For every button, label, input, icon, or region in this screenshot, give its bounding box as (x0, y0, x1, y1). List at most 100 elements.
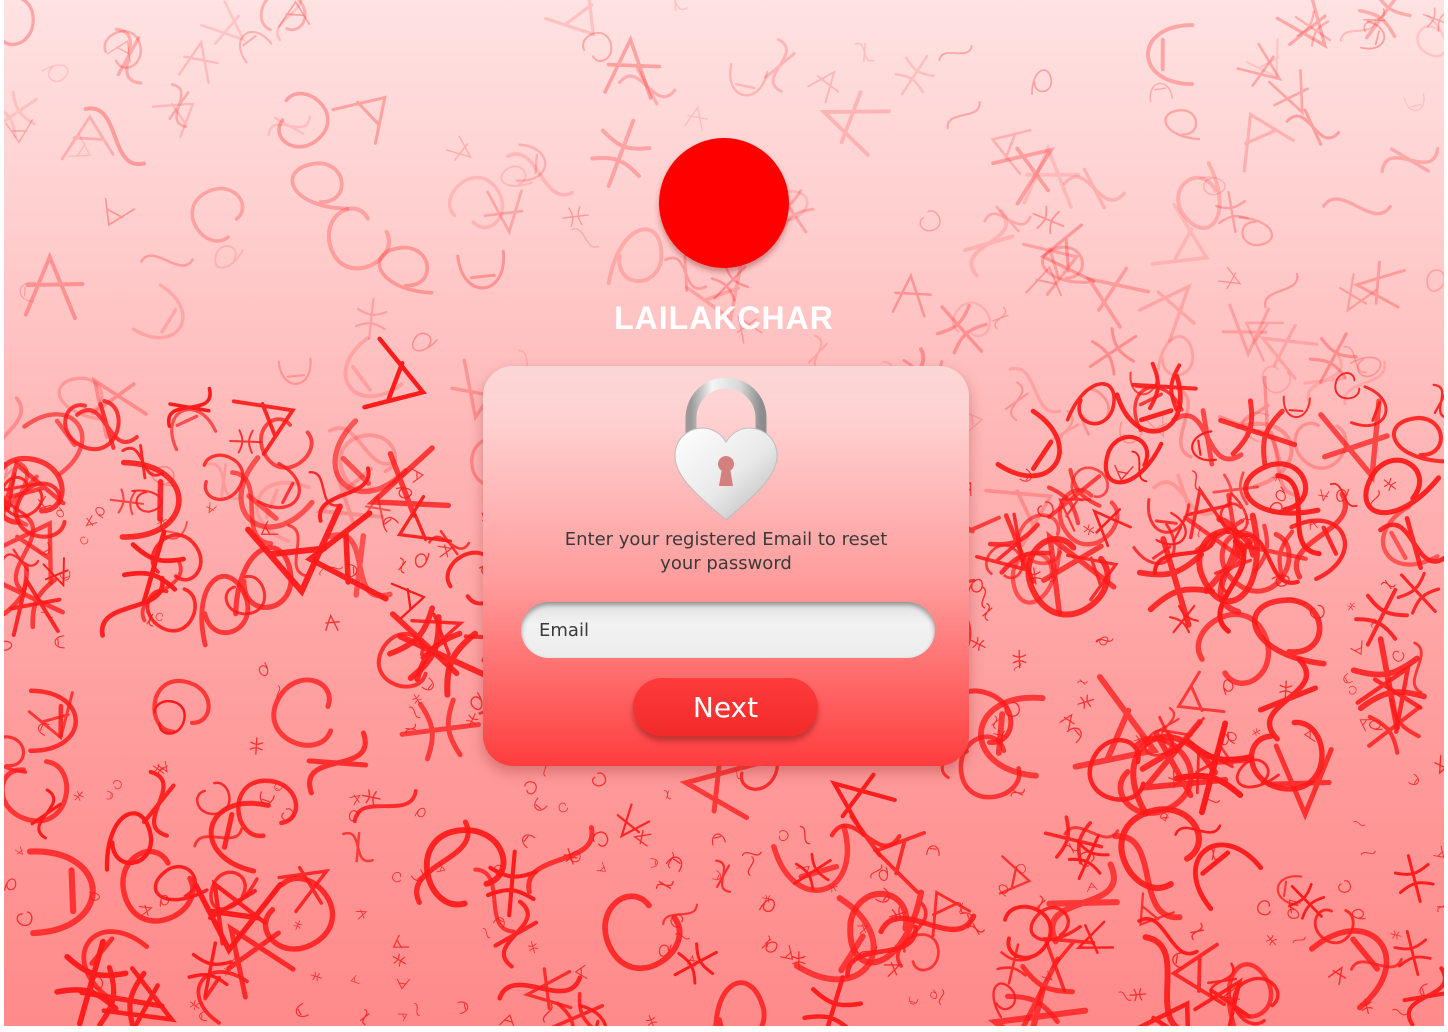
background-glyph (4, 0, 35, 47)
background-glyph (1318, 489, 1330, 502)
background-glyph (1063, 826, 1120, 839)
background-glyph (195, 781, 231, 816)
background-glyph (747, 856, 755, 876)
background-glyph (1088, 327, 1138, 376)
background-glyph (1085, 266, 1150, 329)
background-glyph (104, 197, 136, 227)
background-glyph (277, 357, 312, 385)
background-glyph (377, 245, 434, 295)
background-glyph (1363, 7, 1386, 33)
background-glyph (1393, 854, 1435, 903)
background-glyph (258, 662, 269, 677)
background-glyph (1413, 641, 1423, 694)
background-glyph (398, 557, 407, 574)
background-glyph (1308, 928, 1390, 1011)
background-glyph (799, 825, 811, 845)
background-glyph (231, 399, 296, 456)
background-glyph (1146, 23, 1195, 87)
background-glyph (392, 953, 407, 967)
background-glyph (139, 254, 194, 267)
background-glyph (90, 376, 148, 439)
background-glyph (493, 899, 539, 969)
background-glyph (214, 244, 244, 269)
background-glyph (1195, 611, 1272, 686)
background-glyph (397, 1013, 408, 1022)
next-button[interactable]: Next (633, 678, 818, 736)
background-glyph (1251, 597, 1327, 667)
background-glyph (103, 30, 142, 69)
background-glyph (762, 894, 773, 903)
background-glyph (1380, 579, 1396, 590)
background-glyph (992, 982, 1017, 1019)
background-glyph (1086, 882, 1098, 893)
background-glyph (1147, 498, 1191, 534)
background-glyph (1083, 524, 1095, 536)
background-glyph (1339, 273, 1377, 313)
background-glyph (408, 706, 421, 718)
background-glyph (1350, 640, 1363, 656)
background-glyph (141, 769, 176, 838)
background-glyph (909, 996, 919, 1005)
background-glyph (354, 297, 388, 341)
background-glyph (190, 186, 245, 243)
background-glyph (16, 911, 33, 926)
background-glyph (1031, 69, 1053, 95)
background-glyph (100, 575, 165, 638)
background-glyph (4, 548, 40, 572)
background-glyph (983, 205, 1032, 233)
background-glyph (349, 794, 361, 805)
heart-padlock-icon (674, 378, 778, 521)
background-glyph (1338, 880, 1351, 893)
background-glyph (1217, 266, 1242, 290)
background-glyph (410, 467, 424, 483)
background-glyph (23, 251, 85, 321)
background-glyph (271, 677, 334, 748)
background-glyph (1287, 905, 1300, 919)
background-glyph (4, 759, 70, 824)
background-glyph (571, 228, 600, 248)
background-glyph (938, 45, 973, 62)
background-glyph (582, 31, 613, 62)
background-glyph (1226, 962, 1274, 1026)
background-glyph (829, 814, 902, 858)
background-glyph (310, 971, 322, 982)
brand-name: LAILAKCHAR (614, 300, 834, 336)
background-glyph (1343, 345, 1368, 374)
background-glyph (1077, 694, 1095, 709)
email-input[interactable] (521, 602, 935, 658)
background-glyph (1275, 0, 1328, 49)
background-glyph (1380, 147, 1440, 174)
background-glyph (1343, 673, 1353, 684)
background-glyph (1392, 650, 1405, 662)
background-glyph (1221, 303, 1270, 358)
background-glyph (562, 206, 589, 227)
background-glyph (592, 772, 607, 787)
background-glyph (728, 63, 769, 97)
background-glyph (807, 70, 840, 104)
background-glyph (1137, 283, 1196, 343)
background-glyph (331, 95, 387, 145)
background-glyph (4, 640, 13, 651)
background-glyph (1391, 415, 1444, 464)
background-glyph (1276, 875, 1303, 907)
background-glyph (80, 536, 89, 545)
background-glyph (361, 493, 391, 526)
background-glyph (199, 0, 246, 46)
background-glyph (1077, 679, 1088, 685)
background-glyph (1242, 111, 1295, 173)
background-glyph (996, 943, 1031, 985)
page-background: LAILAKCHAR Enter your registered Email t… (4, 0, 1444, 1026)
background-glyph (1327, 965, 1347, 986)
background-glyph (4, 878, 17, 891)
background-glyph (178, 39, 219, 84)
background-glyph (946, 101, 981, 130)
background-glyph (113, 780, 122, 790)
background-glyph (1436, 901, 1444, 913)
background-glyph (341, 831, 374, 863)
background-glyph (390, 582, 427, 619)
background-glyph (131, 283, 185, 340)
background-glyph (392, 934, 410, 949)
background-glyph (819, 90, 891, 157)
background-glyph (1360, 850, 1376, 856)
background-glyph (4, 90, 39, 139)
